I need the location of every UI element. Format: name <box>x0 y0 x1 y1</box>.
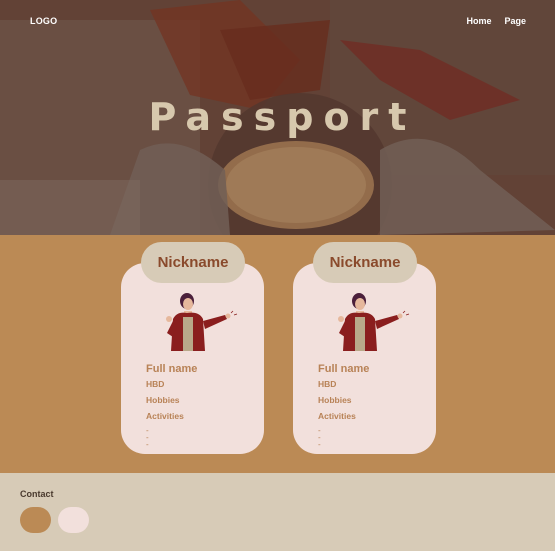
list-item: - <box>146 426 149 435</box>
person-illustration <box>338 293 410 351</box>
hobbies-label: Hobbies <box>146 395 180 405</box>
passport-card: Full name HBD Hobbies Activities - - - <box>121 263 264 454</box>
nickname-badge: Nickname <box>313 242 417 283</box>
list-item: - <box>146 433 149 442</box>
page-title: Passport <box>148 95 417 139</box>
full-name-label: Full name <box>146 363 198 375</box>
list-item: - <box>318 440 321 449</box>
top-nav: LOGO Home Page <box>30 16 526 26</box>
contact-icon-2[interactable] <box>58 507 89 533</box>
nickname-badge: Nickname <box>141 242 245 283</box>
card-details: Full name HBD Hobbies Activities - - - <box>318 363 370 449</box>
cards-section: Full name HBD Hobbies Activities - - - N… <box>0 235 555 473</box>
list-item: - <box>146 440 149 449</box>
activities-label: Activities <box>318 411 356 421</box>
card-details: Full name HBD Hobbies Activities - - - <box>146 363 198 449</box>
footer: Contact <box>0 473 555 551</box>
hero-banner: LOGO Home Page Passport <box>0 0 555 235</box>
full-name-label: Full name <box>318 363 370 375</box>
activities-label: Activities <box>146 411 184 421</box>
contact-label: Contact <box>20 489 54 499</box>
passport-card: Full name HBD Hobbies Activities - - - <box>293 263 436 454</box>
person-illustration <box>166 293 238 351</box>
nav-links: Home Page <box>466 16 526 26</box>
hobbies-label: Hobbies <box>318 395 352 405</box>
list-item: - <box>318 426 321 435</box>
hbd-label: HBD <box>318 379 337 389</box>
logo[interactable]: LOGO <box>30 16 57 26</box>
nav-link-page[interactable]: Page <box>504 16 526 26</box>
list-item: - <box>318 433 321 442</box>
hbd-label: HBD <box>146 379 165 389</box>
nav-link-home[interactable]: Home <box>466 16 491 26</box>
contact-icon-1[interactable] <box>20 507 51 533</box>
